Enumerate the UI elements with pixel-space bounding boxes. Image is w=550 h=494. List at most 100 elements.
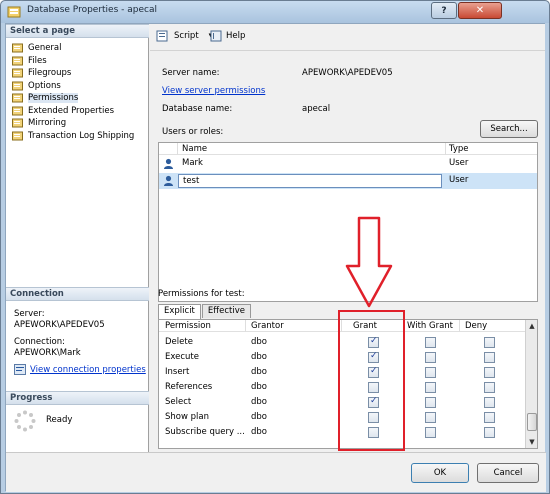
user-row[interactable]: test User: [159, 173, 537, 189]
scroll-thumb[interactable]: [527, 413, 537, 431]
page-item-extended-properties[interactable]: Extended Properties: [12, 105, 114, 117]
page-icon: [12, 131, 23, 140]
help-button[interactable]: ?: [431, 2, 457, 19]
permission-grantor: dbo: [251, 397, 267, 407]
close-icon: ✕: [475, 5, 485, 16]
user-name: Mark: [182, 158, 203, 168]
page-item-transaction-log-shipping[interactable]: Transaction Log Shipping: [12, 130, 134, 142]
with-grant-checkbox[interactable]: [425, 337, 436, 348]
deny-checkbox[interactable]: [484, 352, 495, 363]
page-item-label: Files: [28, 55, 47, 66]
window-title: Database Properties - apecal: [27, 5, 157, 15]
permission-name: Execute: [165, 352, 199, 362]
select-page-header: Select a page: [6, 24, 149, 38]
page-item-permissions[interactable]: Permissions: [12, 92, 79, 104]
search-button[interactable]: Search...: [480, 120, 538, 138]
page-icon: [12, 56, 23, 65]
users-col-type[interactable]: Type: [449, 144, 469, 154]
help-book-icon: [210, 30, 222, 42]
tab-effective[interactable]: Effective: [201, 304, 251, 318]
server-value: APEWORK\APEDEV05: [14, 320, 105, 330]
page-item-files[interactable]: Files: [12, 55, 47, 67]
permission-name: Subscribe query ...: [165, 427, 245, 437]
user-type: User: [449, 158, 469, 168]
database-icon: [7, 6, 21, 18]
perm-col-permission[interactable]: Permission: [165, 321, 211, 331]
page-icon: [12, 68, 23, 78]
annotation-arrow-icon: [345, 216, 393, 308]
deny-checkbox[interactable]: [484, 382, 495, 393]
progress-spinner-icon: [14, 410, 36, 432]
with-grant-checkbox[interactable]: [425, 427, 436, 438]
permission-grantor: dbo: [251, 427, 267, 437]
page-icon: [12, 93, 23, 103]
with-grant-checkbox[interactable]: [425, 412, 436, 423]
view-connection-properties-link[interactable]: View connection properties: [14, 364, 146, 375]
with-grant-checkbox[interactable]: [425, 397, 436, 408]
toolbar-separator: [150, 50, 545, 51]
page-item-label: Mirroring: [28, 118, 67, 128]
view-connection-properties-text: View connection properties: [30, 364, 146, 375]
deny-checkbox[interactable]: [484, 427, 495, 438]
scroll-down-icon[interactable]: ▼: [526, 436, 537, 448]
scroll-up-icon[interactable]: ▲: [526, 320, 537, 332]
cancel-button[interactable]: Cancel: [477, 463, 539, 483]
view-server-permissions-link[interactable]: View server permissions: [162, 86, 265, 96]
page-item-label: General: [28, 43, 62, 53]
permission-name: Show plan: [165, 412, 209, 422]
connection-header: Connection: [6, 287, 149, 301]
perm-col-with-grant[interactable]: With Grant: [407, 321, 453, 331]
permissions-scrollbar[interactable]: ▲ ▼: [525, 320, 537, 448]
permissions-for-label: Permissions for test:: [158, 289, 245, 299]
permission-grantor: dbo: [251, 382, 267, 392]
title-bar: Database Properties - apecal ? ✕: [1, 1, 549, 23]
user-row[interactable]: Mark User: [159, 156, 537, 172]
with-grant-checkbox[interactable]: [425, 382, 436, 393]
with-grant-checkbox[interactable]: [425, 352, 436, 363]
database-name-label: Database name:: [162, 104, 233, 114]
deny-checkbox[interactable]: [484, 337, 495, 348]
users-grid-header: Name Type: [159, 143, 537, 155]
page-item-label: Filegroups: [28, 68, 72, 78]
users-col-name[interactable]: Name: [182, 144, 207, 154]
permission-name: References: [165, 382, 213, 392]
permission-grantor: dbo: [251, 352, 267, 362]
page-item-general[interactable]: General: [12, 42, 62, 54]
permission-name: Insert: [165, 367, 190, 377]
server-name-label: Server name:: [162, 68, 220, 78]
page-item-label: Extended Properties: [28, 105, 115, 116]
script-icon: [156, 30, 168, 42]
page-item-filegroups[interactable]: Filegroups: [12, 67, 71, 79]
deny-checkbox[interactable]: [484, 367, 495, 378]
database-name-value: apecal: [302, 104, 331, 114]
user-type: User: [449, 175, 469, 185]
page-icon: [12, 81, 23, 90]
script-label: Script: [174, 31, 199, 41]
script-button[interactable]: Script ▼: [156, 30, 214, 42]
user-icon: [164, 158, 173, 169]
tab-explicit[interactable]: Explicit: [158, 304, 201, 319]
with-grant-checkbox[interactable]: [425, 367, 436, 378]
close-button[interactable]: ✕: [458, 2, 502, 19]
permissions-tabs: Explicit Effective: [158, 304, 252, 319]
page-item-options[interactable]: Options: [12, 80, 61, 92]
page-item-mirroring[interactable]: Mirroring: [12, 117, 66, 129]
permission-name: Delete: [165, 337, 193, 347]
perm-col-grantor[interactable]: Grantor: [251, 321, 284, 331]
connection-value: APEWORK\Mark: [14, 348, 81, 358]
deny-checkbox[interactable]: [484, 397, 495, 408]
left-pane: Select a page General Files Filegroups Opti…: [6, 24, 149, 452]
annotation-highlight-box: [338, 310, 405, 451]
database-properties-window: Database Properties - apecal ? ✕ Select …: [0, 0, 550, 494]
deny-checkbox[interactable]: [484, 412, 495, 423]
page-item-label: Options: [28, 80, 61, 91]
dialog-client-area: Select a page General Files Filegroups Opti…: [5, 23, 546, 492]
page-icon: [12, 43, 23, 53]
dialog-footer: OK Cancel: [6, 452, 546, 492]
perm-col-deny[interactable]: Deny: [465, 321, 487, 331]
progress-header: Progress: [6, 391, 149, 405]
permission-grantor: dbo: [251, 337, 267, 347]
help-toolbar-button[interactable]: Help: [210, 30, 245, 42]
user-icon: [164, 175, 173, 186]
ok-button[interactable]: OK: [411, 463, 469, 483]
